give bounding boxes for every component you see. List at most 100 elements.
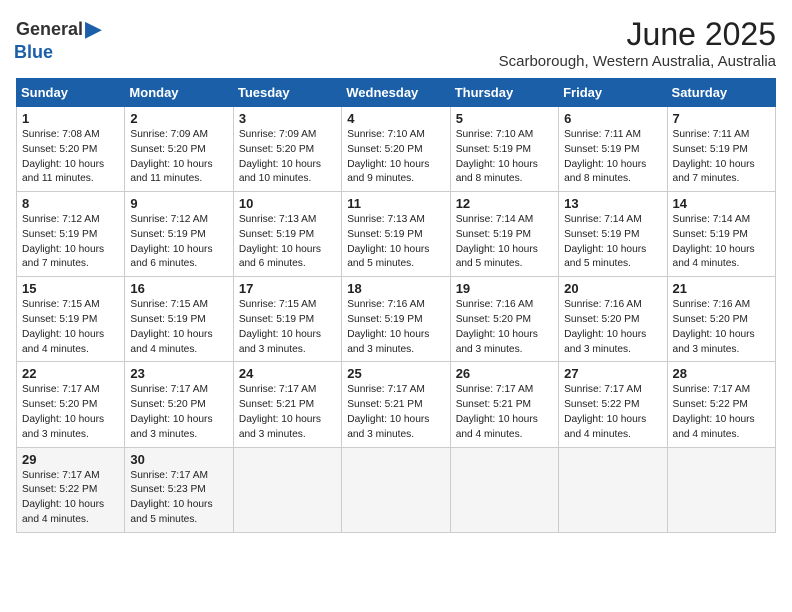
day-number: 27 [564, 366, 661, 381]
month-year-title: June 2025 [499, 16, 776, 53]
day-number: 23 [130, 366, 227, 381]
calendar-cell [559, 447, 667, 532]
day-info: Sunrise: 7:17 AMSunset: 5:22 PMDaylight:… [564, 383, 661, 442]
calendar-cell: 3 Sunrise: 7:09 AMSunset: 5:20 PMDaylight… [233, 107, 341, 192]
calendar-cell: 17 Sunrise: 7:15 AMSunset: 5:19 PMDayligh… [233, 277, 341, 362]
day-number: 19 [456, 281, 553, 296]
calendar-cell: 6 Sunrise: 7:11 AMSunset: 5:19 PMDaylight… [559, 107, 667, 192]
day-info: Sunrise: 7:16 AMSunset: 5:20 PMDaylight:… [673, 298, 770, 357]
day-info: Sunrise: 7:16 AMSunset: 5:20 PMDaylight:… [456, 298, 553, 357]
day-info: Sunrise: 7:14 AMSunset: 5:19 PMDaylight:… [673, 213, 770, 272]
calendar-table: SundayMondayTuesdayWednesdayThursdayFrid… [16, 78, 776, 533]
weekday-header-tuesday: Tuesday [233, 79, 341, 107]
calendar-week-4: 22 Sunrise: 7:17 AMSunset: 5:20 PMDayligh… [17, 362, 776, 447]
calendar-cell: 16 Sunrise: 7:15 AMSunset: 5:19 PMDayligh… [125, 277, 233, 362]
day-info: Sunrise: 7:13 AMSunset: 5:19 PMDaylight:… [347, 213, 444, 272]
day-info: Sunrise: 7:17 AMSunset: 5:22 PMDaylight:… [22, 469, 119, 528]
day-info: Sunrise: 7:10 AMSunset: 5:20 PMDaylight:… [347, 128, 444, 187]
calendar-week-5: 29 Sunrise: 7:17 AMSunset: 5:22 PMDayligh… [17, 447, 776, 532]
calendar-cell: 29 Sunrise: 7:17 AMSunset: 5:22 PMDayligh… [17, 447, 125, 532]
day-info: Sunrise: 7:15 AMSunset: 5:19 PMDaylight:… [130, 298, 227, 357]
calendar-cell: 19 Sunrise: 7:16 AMSunset: 5:20 PMDayligh… [450, 277, 558, 362]
day-info: Sunrise: 7:09 AMSunset: 5:20 PMDaylight:… [130, 128, 227, 187]
calendar-cell: 7Sunrise: 7:11 AMSunset: 5:19 PMDaylight… [667, 107, 775, 192]
calendar-cell: 24Sunrise: 7:17 AMSunset: 5:21 PMDayligh… [233, 362, 341, 447]
calendar-header-row: SundayMondayTuesdayWednesdayThursdayFrid… [17, 79, 776, 107]
day-number: 30 [130, 452, 227, 467]
day-number: 17 [239, 281, 336, 296]
calendar-cell: 5 Sunrise: 7:10 AMSunset: 5:19 PMDaylight… [450, 107, 558, 192]
calendar-cell: 23 Sunrise: 7:17 AMSunset: 5:20 PMDayligh… [125, 362, 233, 447]
day-info: Sunrise: 7:17 AMSunset: 5:20 PMDaylight:… [22, 383, 119, 442]
page-header: General ▶ Blue June 2025 Scarborough, We… [16, 16, 776, 70]
weekday-header-friday: Friday [559, 79, 667, 107]
calendar-cell: 30 Sunrise: 7:17 AMSunset: 5:23 PMDayligh… [125, 447, 233, 532]
logo: General ▶ Blue [16, 16, 102, 63]
day-number: 22 [22, 366, 119, 381]
day-number: 20 [564, 281, 661, 296]
weekday-header-wednesday: Wednesday [342, 79, 450, 107]
day-info: Sunrise: 7:16 AMSunset: 5:19 PMDaylight:… [347, 298, 444, 357]
day-number: 12 [456, 196, 553, 211]
calendar-cell: 2Sunrise: 7:09 AMSunset: 5:20 PMDaylight… [125, 107, 233, 192]
day-info: Sunrise: 7:11 AMSunset: 5:19 PMDaylight:… [564, 128, 661, 187]
day-info: Sunrise: 7:17 AMSunset: 5:21 PMDaylight:… [456, 383, 553, 442]
logo-arrow-icon: ▶ [85, 16, 102, 42]
calendar-cell: 20 Sunrise: 7:16 AMSunset: 5:20 PMDayligh… [559, 277, 667, 362]
day-number: 16 [130, 281, 227, 296]
calendar-cell: 1 Sunrise: 7:08 AMSunset: 5:20 PMDaylight… [17, 107, 125, 192]
day-info: Sunrise: 7:10 AMSunset: 5:19 PMDaylight:… [456, 128, 553, 187]
location-subtitle: Scarborough, Western Australia, Australi… [499, 53, 776, 70]
day-number: 18 [347, 281, 444, 296]
weekday-header-sunday: Sunday [17, 79, 125, 107]
day-number: 21 [673, 281, 770, 296]
day-info: Sunrise: 7:17 AMSunset: 5:23 PMDaylight:… [130, 469, 227, 528]
calendar-cell [342, 447, 450, 532]
day-number: 8 [22, 196, 119, 211]
calendar-cell: 28 Sunrise: 7:17 AMSunset: 5:22 PMDayligh… [667, 362, 775, 447]
weekday-header-monday: Monday [125, 79, 233, 107]
day-number: 11 [347, 196, 444, 211]
day-number: 6 [564, 111, 661, 126]
day-number: 1 [22, 111, 119, 126]
calendar-cell: 26 Sunrise: 7:17 AMSunset: 5:21 PMDayligh… [450, 362, 558, 447]
calendar-week-1: 1 Sunrise: 7:08 AMSunset: 5:20 PMDaylight… [17, 107, 776, 192]
calendar-cell: 22 Sunrise: 7:17 AMSunset: 5:20 PMDayligh… [17, 362, 125, 447]
calendar-cell: 21 Sunrise: 7:16 AMSunset: 5:20 PMDayligh… [667, 277, 775, 362]
day-info: Sunrise: 7:16 AMSunset: 5:20 PMDaylight:… [564, 298, 661, 357]
logo-general: General [16, 19, 83, 40]
calendar-cell: 12 Sunrise: 7:14 AMSunset: 5:19 PMDayligh… [450, 192, 558, 277]
day-number: 29 [22, 452, 119, 467]
weekday-header-thursday: Thursday [450, 79, 558, 107]
calendar-cell [450, 447, 558, 532]
day-info: Sunrise: 7:08 AMSunset: 5:20 PMDaylight:… [22, 128, 119, 187]
day-number: 26 [456, 366, 553, 381]
calendar-cell: 15 Sunrise: 7:15 AMSunset: 5:19 PMDayligh… [17, 277, 125, 362]
day-number: 15 [22, 281, 119, 296]
day-info: Sunrise: 7:17 AMSunset: 5:21 PMDaylight:… [347, 383, 444, 442]
title-area: June 2025 Scarborough, Western Australia… [499, 16, 776, 70]
calendar-cell: 25 Sunrise: 7:17 AMSunset: 5:21 PMDayligh… [342, 362, 450, 447]
day-info: Sunrise: 7:14 AMSunset: 5:19 PMDaylight:… [456, 213, 553, 272]
day-info: Sunrise: 7:17 AMSunset: 5:22 PMDaylight:… [673, 383, 770, 442]
day-number: 24 [239, 366, 336, 381]
day-number: 4 [347, 111, 444, 126]
calendar-week-2: 8 Sunrise: 7:12 AMSunset: 5:19 PMDaylight… [17, 192, 776, 277]
day-info: Sunrise: 7:15 AMSunset: 5:19 PMDaylight:… [22, 298, 119, 357]
day-info: Sunrise: 7:17 AMSunset: 5:20 PMDaylight:… [130, 383, 227, 442]
day-number: 7 [673, 111, 770, 126]
day-number: 13 [564, 196, 661, 211]
calendar-cell: 4 Sunrise: 7:10 AMSunset: 5:20 PMDaylight… [342, 107, 450, 192]
calendar-cell [233, 447, 341, 532]
day-number: 3 [239, 111, 336, 126]
day-number: 28 [673, 366, 770, 381]
day-number: 5 [456, 111, 553, 126]
day-number: 25 [347, 366, 444, 381]
calendar-cell: 11 Sunrise: 7:13 AMSunset: 5:19 PMDayligh… [342, 192, 450, 277]
day-info: Sunrise: 7:15 AMSunset: 5:19 PMDaylight:… [239, 298, 336, 357]
calendar-cell: 14Sunrise: 7:14 AMSunset: 5:19 PMDayligh… [667, 192, 775, 277]
day-info: Sunrise: 7:09 AMSunset: 5:20 PMDaylight:… [239, 128, 336, 187]
calendar-cell: 8Sunrise: 7:12 AMSunset: 5:19 PMDaylight… [17, 192, 125, 277]
day-info: Sunrise: 7:14 AMSunset: 5:19 PMDaylight:… [564, 213, 661, 272]
day-info: Sunrise: 7:12 AMSunset: 5:19 PMDaylight:… [130, 213, 227, 272]
